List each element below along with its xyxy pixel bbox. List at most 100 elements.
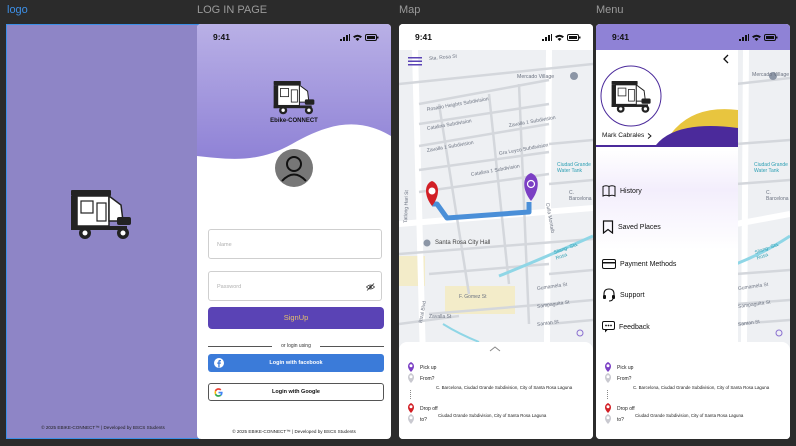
menu-item-label: History	[620, 187, 642, 195]
map-label-mercado: Mercado Village	[752, 72, 790, 78]
menu-item-payment-methods[interactable]: Payment Methods	[602, 259, 676, 269]
to-label: to?	[420, 417, 427, 423]
wifi-icon	[555, 34, 564, 41]
password-input[interactable]: Password	[208, 271, 382, 301]
profile-link[interactable]: Mark Cabrales	[602, 132, 652, 139]
map-label-water-tank: Ciudad Grande Water Tank	[754, 162, 788, 174]
menu-item-label: Payment Methods	[620, 260, 677, 268]
facebook-label: Login with facebook	[269, 360, 323, 366]
from-marker-icon	[605, 373, 611, 383]
ebike-logo-icon	[71, 190, 131, 239]
wifi-icon	[752, 34, 761, 41]
battery-icon	[567, 33, 581, 41]
menu-item-saved-places[interactable]: Saved Places	[602, 220, 661, 234]
map-frame[interactable]: Mercado Village Rosario Heights Subdivis…	[399, 24, 593, 439]
to-address-input[interactable]: Ciudad Grande Subdivision, City of Santa…	[438, 413, 546, 418]
logo-frame[interactable]: © 2025 EBIKE-CONNECT™ | Developed by BSC…	[6, 24, 200, 439]
book-icon	[602, 185, 616, 197]
route-dots	[607, 390, 609, 399]
signal-icon	[340, 33, 350, 41]
menu-frame[interactable]: Mercado Village Ciudad Grande Water Tank…	[596, 24, 790, 439]
ride-sheet[interactable]: Pick up From? C. Barcelona, Ciudad Grand…	[399, 342, 593, 439]
status-bar: 9:41	[399, 24, 593, 50]
google-login-button[interactable]: Login with Google	[208, 383, 384, 401]
eye-off-icon[interactable]	[366, 283, 375, 291]
battery-icon	[365, 33, 379, 41]
password-placeholder: Password	[217, 284, 242, 290]
map-label-c-barcelona: C. Barcelona	[569, 190, 592, 202]
profile-avatar[interactable]	[600, 65, 662, 127]
to-marker-icon	[605, 414, 611, 424]
chevron-right-icon	[647, 132, 652, 139]
to-label: to?	[617, 417, 624, 423]
google-icon	[214, 388, 223, 397]
pickup-label: Pick up	[617, 365, 634, 371]
pickup-marker-icon	[408, 362, 414, 372]
status-icons	[739, 33, 778, 41]
map-label-gomez: F. Gomez St	[459, 294, 487, 300]
status-time: 9:41	[612, 32, 630, 42]
side-drawer[interactable]: Mark Cabrales History Saved Places Payme…	[596, 50, 738, 350]
hamburger-menu-icon[interactable]	[408, 57, 422, 66]
headset-icon	[603, 288, 615, 302]
drawer-header: Mark Cabrales	[596, 50, 738, 145]
menu-item-feedback[interactable]: Feedback	[602, 321, 650, 333]
battery-icon	[764, 33, 778, 41]
map-label-water-tank: Ciudad Grande Water Tank	[557, 162, 591, 174]
menu-item-support[interactable]: Support	[602, 288, 645, 302]
credit-card-icon	[602, 259, 616, 269]
signal-icon	[542, 33, 552, 41]
map-label-mercado: Mercado Village	[517, 74, 555, 80]
name-input[interactable]: Name	[208, 229, 382, 259]
bookmark-icon	[602, 220, 614, 234]
ride-sheet[interactable]: Pick up From? C. Barcelona, Ciudad Grand…	[596, 342, 790, 439]
route-dots	[410, 390, 412, 399]
wifi-icon	[353, 34, 362, 41]
status-time: 9:41	[415, 32, 433, 42]
to-address-input[interactable]: Ciudad Grande Subdivision, City of Santa…	[635, 413, 743, 418]
menu-item-history[interactable]: History	[602, 185, 642, 197]
user-name: Mark Cabrales	[602, 132, 645, 139]
signal-icon	[739, 33, 749, 41]
status-time: 9:41	[213, 32, 231, 42]
from-address-input[interactable]: C. Barcelona, Ciudad Grande Subdivision,…	[436, 385, 572, 390]
dropoff-label: Drop off	[420, 406, 438, 412]
map-label-city-hall: Santa Rosa City Hall	[435, 240, 491, 246]
map-label-zavalla-st: Zavalla St	[429, 314, 452, 320]
dropoff-marker-icon	[605, 403, 611, 413]
menu-item-label: Saved Places	[618, 223, 661, 231]
chevron-up-icon[interactable]	[489, 346, 501, 352]
map-label-tatlong-hari: Tatlong Hari St	[403, 190, 411, 224]
menu-item-label: Feedback	[619, 323, 650, 331]
status-icons	[542, 33, 581, 41]
facebook-login-button[interactable]: Login with facebook	[208, 354, 384, 372]
frame-label-menu[interactable]: Menu	[596, 4, 624, 16]
signup-button[interactable]: SignUp	[208, 307, 384, 329]
from-label: From?	[420, 376, 435, 382]
from-label: From?	[617, 376, 632, 382]
status-bar: 9:41	[197, 24, 391, 50]
dropoff-marker-icon	[408, 403, 414, 413]
login-footer: © 2025 EBIKE-CONNECT™ | Developed by BSC…	[232, 429, 356, 434]
facebook-icon	[214, 358, 224, 368]
status-icons	[340, 33, 379, 41]
feedback-icon	[602, 321, 615, 333]
from-marker-icon	[408, 373, 414, 383]
pickup-marker-icon	[605, 362, 611, 372]
google-label: Login with Google	[272, 389, 320, 395]
close-drawer-chevron-icon[interactable]	[722, 54, 730, 64]
or-login-divider: or login using	[208, 341, 384, 351]
from-address-input[interactable]: C. Barcelona, Ciudad Grande Subdivision,…	[633, 385, 769, 390]
avatar-placeholder-icon[interactable]	[274, 148, 314, 188]
status-bar: 9:41	[596, 24, 790, 50]
design-canvas: logo LOG IN PAGE Map Menu © 2025 EBIKE-C…	[0, 0, 796, 446]
frame-label-logo[interactable]: logo	[7, 4, 28, 16]
frame-label-map[interactable]: Map	[399, 4, 420, 16]
login-frame[interactable]: 9:41 Ebike-CONNECT Name Password SignUp …	[197, 24, 391, 439]
menu-item-label: Support	[620, 291, 645, 299]
app-name: Ebike-CONNECT	[270, 118, 318, 124]
frame-label-login[interactable]: LOG IN PAGE	[197, 4, 267, 16]
dropoff-label: Drop off	[617, 406, 635, 412]
pickup-label: Pick up	[420, 365, 437, 371]
drawer-divider	[596, 145, 738, 147]
